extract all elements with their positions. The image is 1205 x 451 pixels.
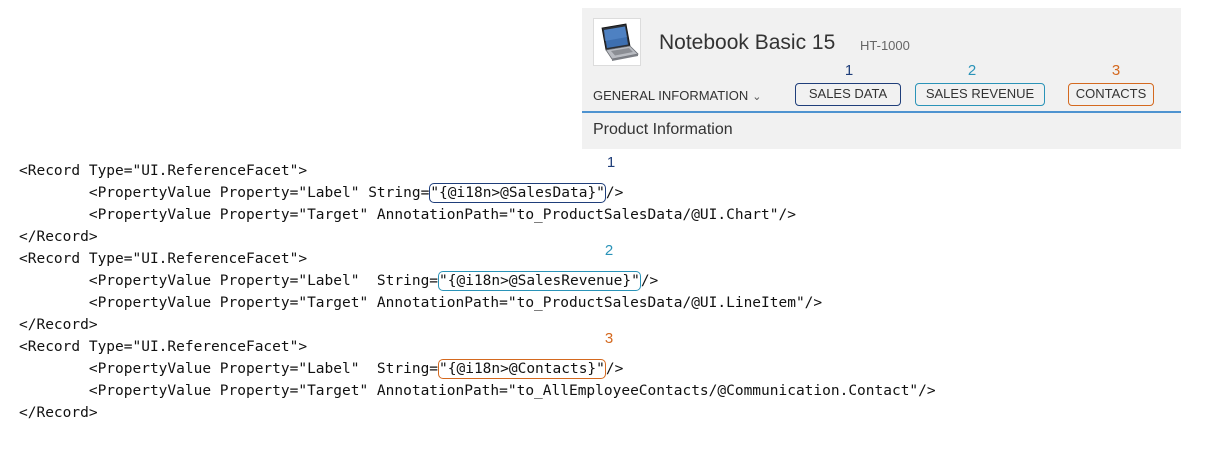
code-text: /> — [605, 361, 624, 377]
code-number-1: 1 — [606, 154, 616, 171]
laptop-icon — [601, 23, 639, 61]
code-line: <Record Type="UI.ReferenceFacet"> — [19, 339, 308, 355]
highlight-contacts: "{@i18n>@Contacts}" — [438, 359, 606, 379]
code-text: /> — [605, 185, 624, 201]
code-number-2: 2 — [604, 242, 614, 259]
tab-contacts[interactable]: CONTACTS — [1068, 83, 1154, 106]
code-text: <PropertyValue Property="Label" String= — [19, 273, 439, 289]
code-line: <PropertyValue Property="Target" Annotat… — [19, 383, 936, 399]
object-title: Notebook Basic 15 — [659, 31, 836, 54]
code-line: <PropertyValue Property="Target" Annotat… — [19, 295, 823, 311]
code-line: <PropertyValue Property="Label" String="… — [19, 358, 623, 380]
tab-general-information-label: GENERAL INFORMATION — [593, 88, 749, 103]
code-line: <PropertyValue Property="Label" String="… — [19, 270, 658, 292]
code-line: </Record> — [19, 229, 98, 245]
anchor-number-1: 1 — [844, 62, 854, 79]
code-text: <PropertyValue Property="Label" String= — [19, 361, 439, 377]
code-line: <Record Type="UI.ReferenceFacet"> — [19, 251, 308, 267]
highlight-sales-data: "{@i18n>@SalesData}" — [429, 183, 606, 203]
product-thumbnail — [593, 18, 641, 66]
code-line: </Record> — [19, 317, 98, 333]
code-line: <PropertyValue Property="Target" Annotat… — [19, 207, 796, 223]
code-line: <Record Type="UI.ReferenceFacet"> — [19, 163, 308, 179]
chevron-down-icon: ⌄ — [752, 91, 762, 103]
highlight-sales-revenue: "{@i18n>@SalesRevenue}" — [438, 271, 641, 291]
code-line: </Record> — [19, 405, 98, 421]
code-number-3: 3 — [604, 330, 614, 347]
object-page-header: Notebook Basic 15 HT-1000 GENERAL INFORM… — [582, 8, 1181, 149]
tab-sales-data[interactable]: SALES DATA — [795, 83, 901, 106]
anchor-number-2: 2 — [967, 62, 977, 79]
section-title: Product Information — [593, 121, 733, 138]
code-text: /> — [640, 273, 659, 289]
tab-general-information[interactable]: GENERAL INFORMATION ⌄ — [593, 88, 762, 103]
code-text: <PropertyValue Property="Label" String= — [19, 185, 430, 201]
code-line: <PropertyValue Property="Label" String="… — [19, 182, 623, 204]
anchor-bar-divider — [582, 111, 1181, 113]
tab-sales-revenue[interactable]: SALES REVENUE — [915, 83, 1045, 106]
object-id: HT-1000 — [860, 38, 910, 53]
anchor-number-3: 3 — [1111, 62, 1121, 79]
